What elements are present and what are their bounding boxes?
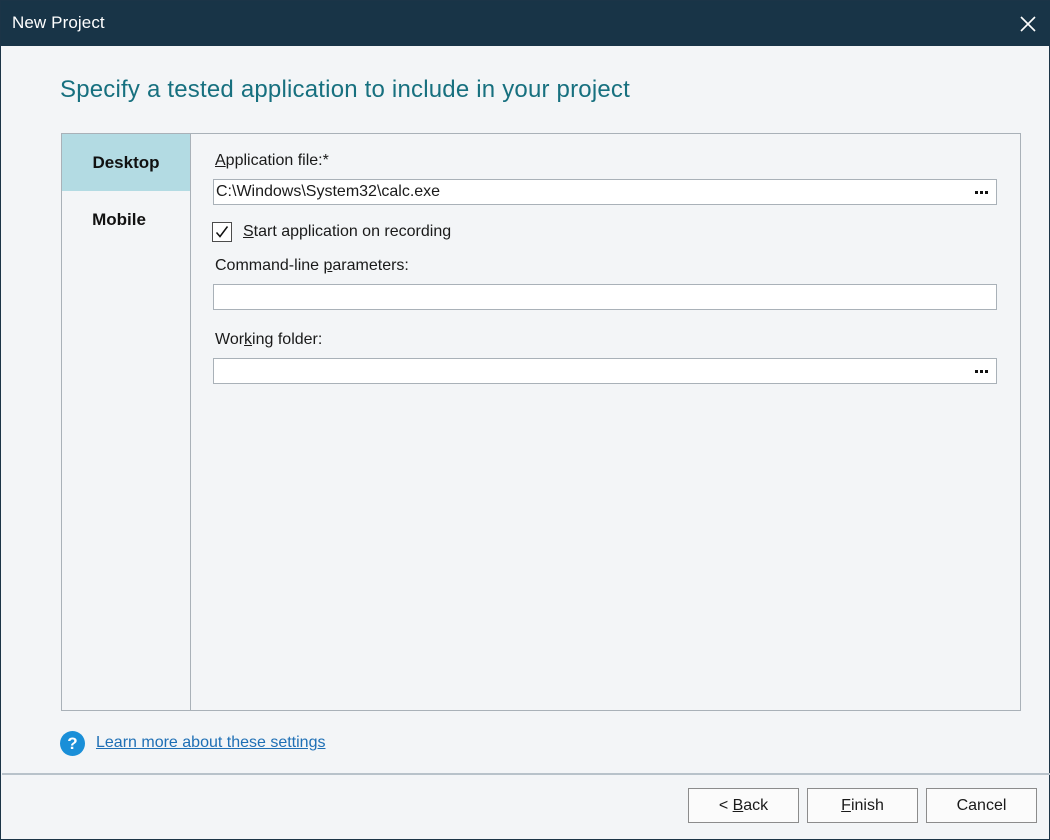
command-line-parameters-label: Command-line parameters: xyxy=(215,257,409,274)
back-button[interactable]: < Back xyxy=(688,788,799,823)
application-file-value: C:\Windows\System32\calc.exe xyxy=(216,183,441,200)
start-on-recording-label[interactable]: Start application on recording xyxy=(243,223,451,241)
checkmark-icon xyxy=(215,226,229,238)
finish-button[interactable]: Finish xyxy=(807,788,918,823)
ellipsis-icon xyxy=(974,369,988,373)
platform-tabs: Desktop Mobile xyxy=(62,134,191,710)
help-icon: ? xyxy=(60,731,85,756)
browse-folder-button[interactable] xyxy=(966,359,996,383)
tab-desktop[interactable]: Desktop xyxy=(62,134,190,191)
learn-more-link[interactable]: Learn more about these settings xyxy=(96,734,325,752)
footer-divider xyxy=(2,773,1050,775)
application-file-field[interactable]: C:\Windows\System32\calc.exe xyxy=(213,179,997,205)
settings-panel: Desktop Mobile Application file:* C:\Win… xyxy=(61,133,1021,711)
start-on-recording-checkbox[interactable] xyxy=(212,222,232,242)
tab-desktop-label: Desktop xyxy=(92,152,160,172)
working-folder-label: Working folder: xyxy=(215,331,323,348)
tab-mobile-label: Mobile xyxy=(92,209,146,229)
command-line-parameters-input[interactable] xyxy=(213,284,997,310)
window-title: New Project xyxy=(12,13,105,32)
title-bar: New Project xyxy=(1,1,1050,46)
working-folder-field[interactable] xyxy=(213,358,997,384)
new-project-dialog: New Project Specify a tested application… xyxy=(0,0,1050,840)
browse-application-button[interactable] xyxy=(966,180,996,204)
ellipsis-icon xyxy=(974,190,988,194)
cancel-button[interactable]: Cancel xyxy=(926,788,1037,823)
close-icon xyxy=(1020,15,1036,32)
close-button[interactable] xyxy=(1005,1,1050,46)
tab-mobile[interactable]: Mobile xyxy=(62,191,190,248)
page-heading: Specify a tested application to include … xyxy=(60,76,630,103)
application-file-label: Application file:* xyxy=(215,152,329,169)
